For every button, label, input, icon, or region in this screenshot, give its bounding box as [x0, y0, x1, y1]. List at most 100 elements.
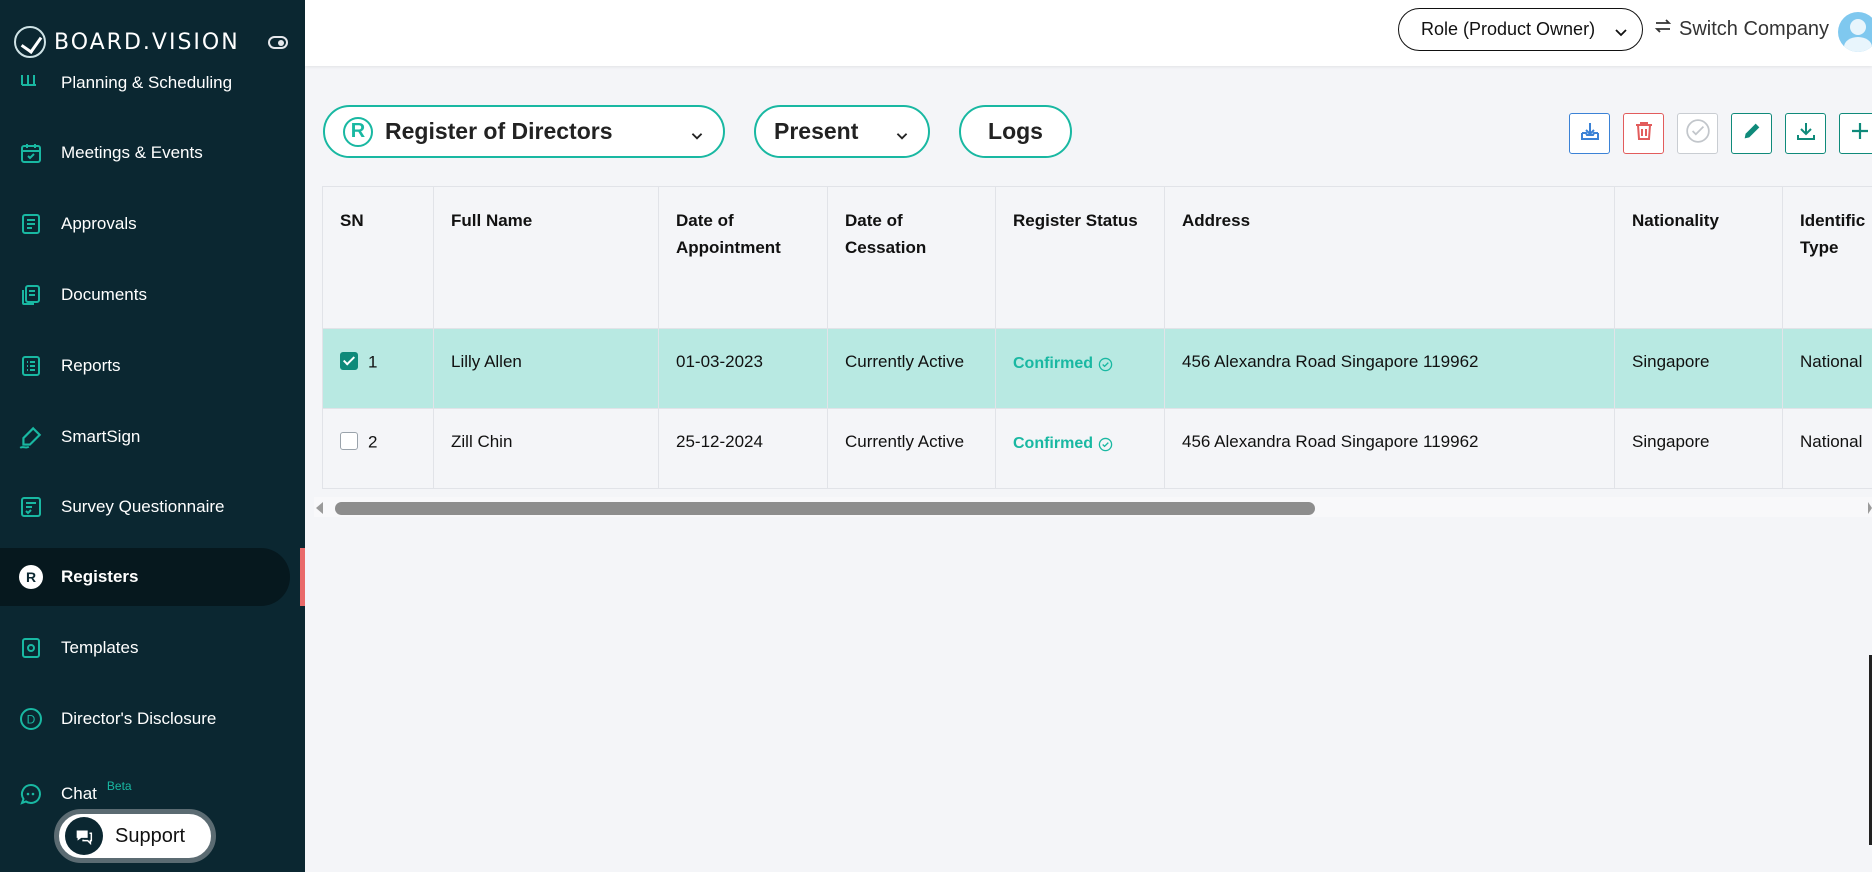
sidebar-item-smartsign[interactable]: SmartSign — [0, 408, 290, 466]
status-badge: Confirmed — [1013, 432, 1113, 453]
delete-button[interactable] — [1623, 113, 1664, 154]
register-label: Register of Directors — [385, 118, 613, 144]
download-button[interactable] — [1785, 113, 1826, 154]
column-header-nationality[interactable]: Nationality — [1615, 186, 1783, 329]
sidebar-item-label: Chat — [61, 784, 97, 803]
import-icon — [1578, 119, 1602, 148]
role-select[interactable]: Role (Product Owner) — [1398, 8, 1643, 51]
sidebar-item-reports[interactable]: Reports — [0, 337, 290, 395]
register-select[interactable]: R Register of Directors — [323, 105, 725, 158]
nationality-cell: Singapore — [1615, 409, 1783, 489]
beta-badge: Beta — [106, 779, 132, 793]
user-avatar[interactable] — [1838, 12, 1872, 52]
column-header-sn[interactable]: SN — [322, 186, 434, 329]
period-select[interactable]: Present — [754, 105, 930, 158]
column-header-date-of-appointment[interactable]: Date of Appointment — [659, 186, 828, 329]
chat-bubble-icon — [18, 781, 44, 807]
row-checkbox[interactable] — [340, 351, 358, 370]
add-button[interactable] — [1839, 113, 1872, 154]
logs-button[interactable]: Logs — [959, 105, 1072, 158]
sidebar-toggle-icon[interactable] — [268, 36, 288, 49]
header-line: Identific — [1800, 211, 1866, 230]
sidebar-item-label: Survey Questionnaire — [61, 497, 225, 516]
status-badge: Confirmed — [1013, 352, 1113, 373]
sn-cell: 1 — [322, 329, 434, 409]
sidebar-item-registers[interactable]: R Registers — [0, 548, 290, 606]
address-cell: 456 Alexandra Road Singapore 119962 — [1165, 329, 1615, 409]
approval-doc-icon — [18, 211, 44, 237]
sidebar-item-label: Approvals — [61, 214, 137, 233]
cessation-cell: Currently Active — [828, 329, 996, 409]
scroll-left-icon[interactable] — [316, 502, 323, 514]
sidebar-item-survey[interactable]: Survey Questionnaire — [0, 478, 290, 536]
check-circle-icon — [1098, 437, 1113, 451]
address-cell: 456 Alexandra Road Singapore 119962 — [1165, 409, 1615, 489]
sn-cell: 2 — [322, 409, 434, 489]
id-type-cell: National — [1783, 409, 1872, 489]
active-item-marker — [300, 548, 305, 606]
full-name-cell: Zill Chin — [434, 409, 659, 489]
calendar-grid-icon — [18, 70, 44, 96]
table-row[interactable]: 2 Zill Chin 25-12-2024 Currently Active … — [322, 409, 1872, 489]
table-row[interactable]: 1 Lilly Allen 01-03-2023 Currently Activ… — [322, 329, 1872, 409]
swap-arrows-icon — [1653, 16, 1673, 42]
full-name-cell: Lilly Allen — [434, 329, 659, 409]
approve-button[interactable] — [1677, 113, 1718, 154]
sidebar-item-documents[interactable]: Documents — [0, 266, 290, 324]
scroll-right-icon[interactable] — [1868, 502, 1872, 514]
directors-table: SN Full Name Date of Appointment Date of… — [322, 186, 1872, 495]
sn-value: 1 — [368, 352, 378, 372]
header-line: Date of — [676, 211, 734, 230]
edit-button[interactable] — [1731, 113, 1772, 154]
sidebar-item-label: Documents — [61, 285, 147, 304]
sidebar-item-label: Meetings & Events — [61, 143, 203, 162]
status-text: Confirmed — [1013, 435, 1093, 452]
sidebar-item-label: Reports — [61, 356, 121, 375]
period-label: Present — [774, 118, 859, 144]
appointment-cell: 25-12-2024 — [659, 409, 828, 489]
column-header-full-name[interactable]: Full Name — [434, 186, 659, 329]
sidebar-item-directors-disclosure[interactable]: D Director's Disclosure — [0, 690, 290, 748]
support-button[interactable]: Support — [54, 809, 216, 863]
sn-value: 2 — [368, 432, 378, 452]
cessation-cell: Currently Active — [828, 409, 996, 489]
sidebar-item-templates[interactable]: Templates — [0, 619, 290, 677]
sidebar-item-label: SmartSign — [61, 427, 141, 446]
sidebar-item-label: Planning & Scheduling — [61, 73, 233, 92]
sidebar-item-label: Templates — [61, 638, 139, 657]
sidebar-item-label: Registers — [61, 567, 139, 586]
delete-icon — [1632, 119, 1656, 148]
sidebar-item-approvals[interactable]: Approvals — [0, 195, 290, 253]
import-button[interactable] — [1569, 113, 1610, 154]
checklist-icon — [18, 494, 44, 520]
column-header-identification-type[interactable]: Identific Type — [1783, 186, 1872, 329]
id-type-cell: National — [1783, 329, 1872, 409]
brand-name: BOARD.VISION — [54, 29, 240, 55]
chevron-down-icon — [894, 123, 910, 150]
role-label: Role (Product Owner) — [1421, 19, 1596, 39]
scrollbar-thumb[interactable] — [335, 502, 1315, 515]
status-cell: Confirmed — [996, 409, 1165, 489]
register-r-icon: R — [18, 564, 44, 590]
logs-label: Logs — [988, 118, 1043, 144]
calendar-check-icon — [18, 140, 44, 166]
header-line: Type — [1800, 238, 1839, 257]
signature-pen-icon — [18, 424, 44, 450]
support-label: Support — [115, 824, 186, 847]
column-header-address[interactable]: Address — [1165, 186, 1615, 329]
status-text: Confirmed — [1013, 355, 1093, 372]
row-checkbox[interactable] — [340, 431, 358, 450]
edit-icon — [1741, 120, 1763, 147]
sidebar-item-planning[interactable]: Planning & Scheduling — [0, 54, 290, 112]
template-gear-icon — [18, 635, 44, 661]
horizontal-scrollbar[interactable] — [314, 497, 1872, 517]
report-list-icon — [18, 353, 44, 379]
chevron-down-icon — [1614, 23, 1628, 44]
column-header-register-status[interactable]: Register Status — [996, 186, 1165, 329]
switch-company-button[interactable]: Switch Company — [1653, 16, 1829, 42]
register-badge: R — [343, 116, 373, 147]
sidebar-item-meetings[interactable]: Meetings & Events — [0, 124, 290, 182]
svg-text:D: D — [27, 713, 36, 727]
column-header-date-of-cessation[interactable]: Date of Cessation — [828, 186, 996, 329]
chevron-down-icon — [689, 123, 705, 150]
